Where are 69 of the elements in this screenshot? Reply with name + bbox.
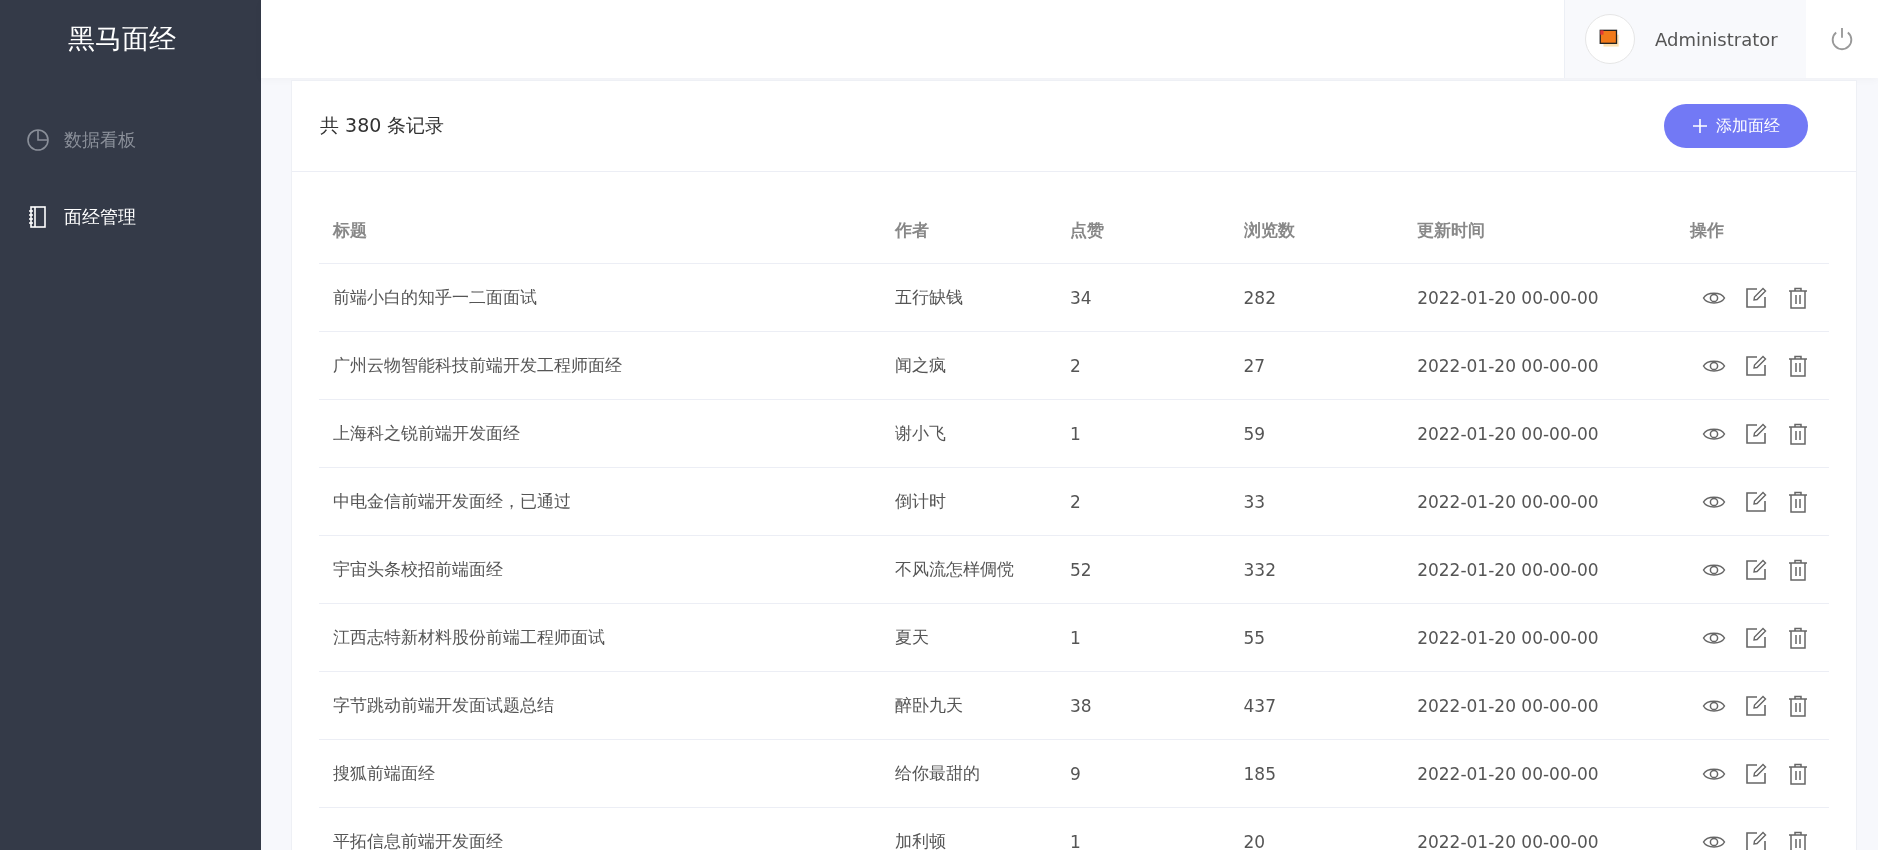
table-cell: 不风流怎样倜傥 [894, 559, 1014, 579]
table-cell: 倒计时 [894, 491, 946, 511]
table-cell: 27 [1243, 355, 1266, 376]
table-cell: 平拓信息前端开发面经 [333, 831, 503, 850]
table-cell: 宇宙头条校招前端面经 [333, 559, 503, 579]
table-cell: 江西志特新材料股份前端工程师面试 [333, 627, 605, 647]
table-cell: 2022-01-20 00-00-00 [1417, 355, 1599, 376]
edit-icon[interactable] [1744, 353, 1769, 378]
table-cell: 2022-01-20 00-00-00 [1417, 423, 1599, 444]
table-cell: 谢小飞 [894, 423, 946, 443]
column-header: 标题 [333, 220, 367, 240]
table-cell: 2 [1069, 355, 1081, 376]
table-cell: 夏天 [894, 627, 929, 647]
edit-icon[interactable] [1744, 761, 1769, 786]
table-cell: 上海科之锐前端开发面经 [333, 423, 520, 443]
edit-icon[interactable] [1744, 829, 1769, 850]
table-cell: 2022-01-20 00-00-00 [1417, 287, 1599, 308]
sidebar-item[interactable]: 面经管理 [0, 193, 156, 241]
edit-icon[interactable] [1744, 625, 1769, 650]
add-button[interactable]: 添加面经 [1664, 104, 1808, 148]
table-cell: 52 [1069, 559, 1092, 580]
edit-icon[interactable] [1744, 285, 1769, 310]
table-cell: 中电金信前端开发面经，已通过 [333, 491, 571, 511]
table-cell: 广州云物智能科技前端开发工程师面经 [333, 355, 622, 375]
table-cell: 437 [1243, 695, 1276, 716]
column-header: 作者 [894, 220, 929, 240]
table-cell: 前端小白的知乎一二面面试 [333, 287, 537, 307]
table-cell: 给你最甜的 [894, 763, 980, 783]
edit-icon[interactable] [1744, 421, 1769, 446]
plus-icon [1692, 118, 1708, 134]
column-header: 浏览数 [1243, 220, 1295, 240]
table-cell: 2022-01-20 00-00-00 [1417, 695, 1599, 716]
table-cell: 1 [1069, 831, 1081, 850]
record-count: 共 380 条记录 [320, 113, 445, 138]
table-cell: 9 [1069, 763, 1081, 784]
avatar-icon [1585, 14, 1635, 64]
table-cell: 1 [1069, 627, 1081, 648]
table-cell: 20 [1243, 831, 1266, 850]
table-cell: 醉卧九天 [894, 695, 963, 715]
column-header: 点赞 [1069, 220, 1104, 240]
table-cell: 2022-01-20 00-00-00 [1417, 491, 1599, 512]
table-cell: 加利顿 [894, 831, 946, 850]
table-cell: 字节跳动前端开发面试题总结 [333, 695, 554, 715]
table-cell: 34 [1069, 287, 1092, 308]
table-cell: 282 [1243, 287, 1276, 308]
table-cell: 2 [1069, 491, 1081, 512]
table-cell: 55 [1243, 627, 1266, 648]
table-cell: 搜狐前端面经 [333, 763, 435, 783]
column-header: 更新时间 [1417, 220, 1486, 240]
table-cell: 185 [1243, 763, 1276, 784]
table-cell: 五行缺钱 [894, 287, 963, 307]
table-cell: 38 [1069, 695, 1092, 716]
edit-icon[interactable] [1744, 557, 1769, 582]
app-logo: 黑马面经 [67, 22, 176, 56]
edit-icon[interactable] [1744, 489, 1769, 514]
table-cell: 闻之疯 [894, 355, 946, 375]
table-cell: 1 [1069, 423, 1081, 444]
table-cell: 2022-01-20 00-00-00 [1417, 559, 1599, 580]
sidebar-item[interactable]: 数据看板 [0, 116, 156, 164]
table-cell: 2022-01-20 00-00-00 [1417, 763, 1599, 784]
column-header: 操作 [1690, 220, 1725, 240]
table-cell: 59 [1243, 423, 1266, 444]
pie-chart-icon [26, 128, 50, 152]
table-cell: 2022-01-20 00-00-00 [1417, 831, 1599, 850]
table-cell: 332 [1243, 559, 1276, 580]
table-cell: 2022-01-20 00-00-00 [1417, 627, 1599, 648]
user-menu[interactable]: Administrator [1564, 0, 1806, 78]
edit-icon[interactable] [1744, 693, 1769, 718]
table-cell: 33 [1243, 491, 1266, 512]
